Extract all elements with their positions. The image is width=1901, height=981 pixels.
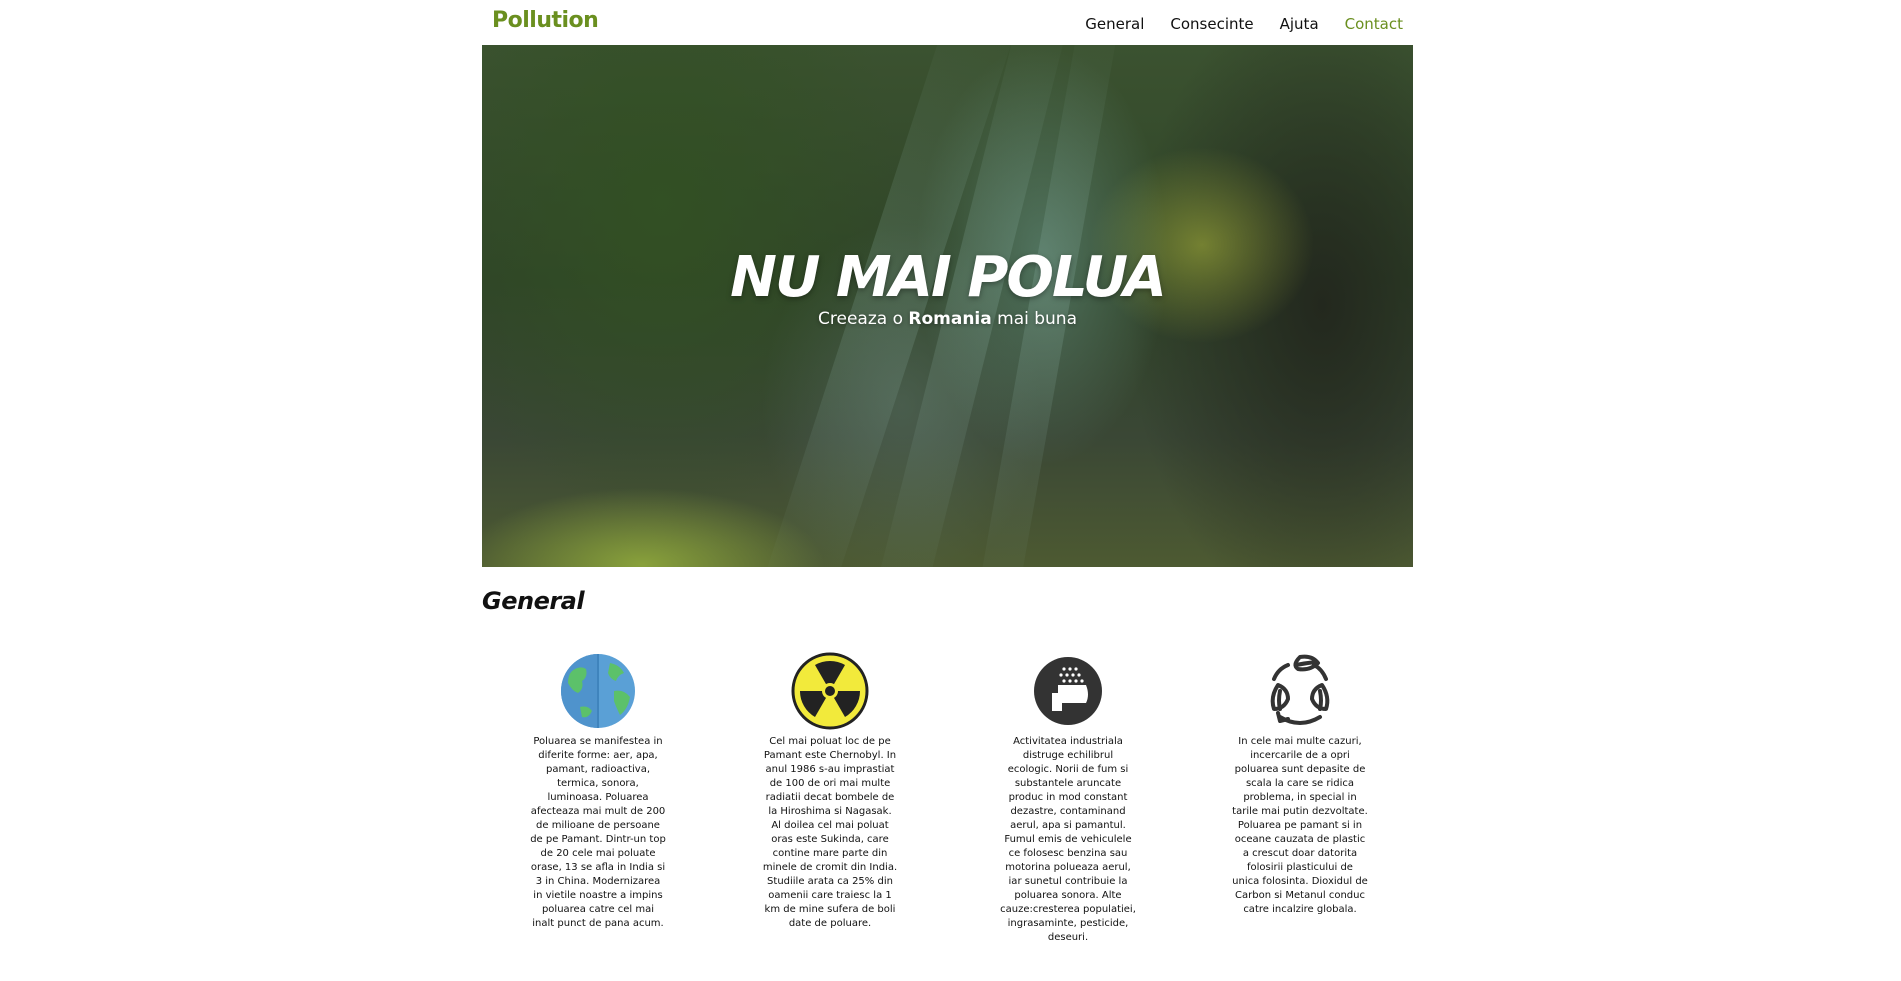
hero-subtitle: Creeaza o Romania mai buna <box>482 309 1413 329</box>
earth-globe-icon <box>561 654 635 728</box>
nav-link-contact[interactable]: Contact <box>1345 15 1403 33</box>
feature-card: In cele mai multe cazuri, incercarile de… <box>1232 651 1368 917</box>
feature-text: Activitatea industriala distruge echilib… <box>1000 736 1136 943</box>
feature-card: Cel mai poluat loc de pe Pamant este Che… <box>762 651 898 931</box>
main-nav: General Consecinte Ajuta Contact <box>1085 15 1403 33</box>
recycle-leaves-icon <box>1270 654 1330 725</box>
hero-title: NU MAI POLUA <box>730 245 1167 310</box>
feature-card: Activitatea industriala distruge echilib… <box>1000 651 1136 945</box>
general-features: Poluarea se manifestea in diferite forme… <box>482 651 1413 981</box>
radiation-icon <box>791 652 869 730</box>
top-navigation-bar: Pollution General Consecinte Ajuta Conta… <box>482 0 1413 45</box>
feature-text: In cele mai multe cazuri, incercarile de… <box>1232 736 1368 915</box>
site-logo[interactable]: Pollution <box>492 8 599 33</box>
hero-subtitle-start: Creeaza o <box>818 309 909 329</box>
nav-link-consecinte[interactable]: Consecinte <box>1170 15 1253 33</box>
feature-card: Poluarea se manifestea in diferite forme… <box>530 651 666 931</box>
feature-text: Cel mai poluat loc de pe Pamant este Che… <box>762 736 898 929</box>
nav-link-general[interactable]: General <box>1085 15 1144 33</box>
factory-smoke-icon <box>1034 657 1102 725</box>
section-title-general: General <box>482 587 585 615</box>
nav-link-ajuta[interactable]: Ajuta <box>1280 15 1319 33</box>
hero-subtitle-emphasis: Romania <box>908 309 992 329</box>
hero-subtitle-end: mai buna <box>991 309 1077 329</box>
page: Pollution General Consecinte Ajuta Conta… <box>482 0 1413 981</box>
feature-text: Poluarea se manifestea in diferite forme… <box>530 736 666 929</box>
hero-banner: NU MAI POLUA Creeaza o Romania mai buna <box>482 45 1413 567</box>
